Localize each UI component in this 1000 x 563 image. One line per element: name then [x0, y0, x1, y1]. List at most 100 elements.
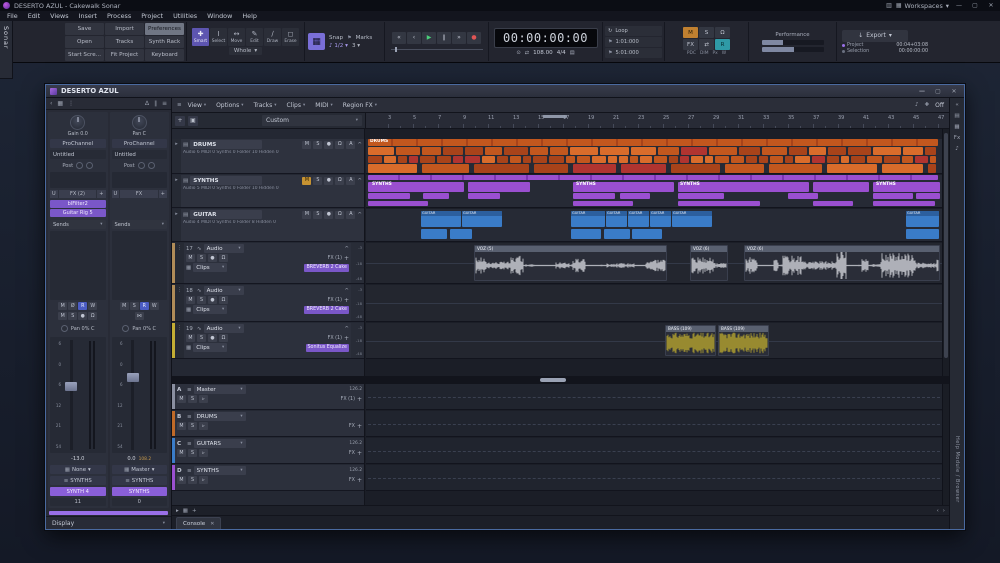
- track-mute-button[interactable]: M: [186, 296, 195, 304]
- browser-icon[interactable]: ▤: [954, 113, 959, 119]
- toolbar-button-open[interactable]: Open: [65, 36, 104, 48]
- drum-clip[interactable]: [523, 156, 531, 163]
- audio-clip[interactable]: BASS (109): [718, 325, 769, 356]
- guitar-clip[interactable]: [906, 229, 939, 239]
- mix-label-w[interactable]: W: [722, 51, 726, 56]
- bus-header[interactable]: D ≡ SYNTHS▾ 126.2 MS▹ FX+: [172, 465, 364, 491]
- bus-name[interactable]: GUITARS▾: [194, 439, 246, 448]
- synth-clip-strip[interactable]: [368, 175, 938, 180]
- guitar-clip[interactable]: GUITAR: [606, 211, 627, 227]
- folder-name[interactable]: SYNTHS: [190, 176, 262, 185]
- play-button[interactable]: ▶: [422, 32, 436, 44]
- drum-clip[interactable]: [828, 147, 846, 155]
- sync-icon[interactable]: ⇄: [525, 50, 529, 56]
- folder-input-echo-button[interactable]: Ω: [335, 177, 344, 185]
- notes-icon[interactable]: ♪: [955, 146, 959, 152]
- audio-track-header[interactable]: ⋮ 17 ∿ Audio▾ ^ MS●Ω FX (1)+ ▦ Clips▾ BR…: [172, 243, 364, 284]
- drum-clip[interactable]: [482, 156, 495, 163]
- menu-file[interactable]: File: [2, 12, 23, 20]
- toolbar-button-tracks[interactable]: Tracks: [105, 36, 144, 48]
- folder-mute-button[interactable]: M: [302, 141, 311, 149]
- volume-fader[interactable]: 606122154: [112, 337, 168, 453]
- fx-rack[interactable]: FX (1): [328, 298, 342, 303]
- window-minimize-button[interactable]: —: [916, 88, 928, 95]
- drum-clip[interactable]: [658, 147, 680, 155]
- clips-canvas[interactable]: DRUMSSYNTHSSYNTHSSYNTHSSYNTHSGUITARGUITA…: [366, 129, 949, 505]
- menu-edit[interactable]: Edit: [23, 12, 45, 20]
- console-tab[interactable]: Console✕: [176, 517, 221, 529]
- vertical-scrollbar[interactable]: [942, 129, 949, 505]
- audio-clip[interactable]: BASS (109): [665, 325, 716, 356]
- synth-clip[interactable]: [620, 193, 650, 199]
- synth-clip[interactable]: [813, 182, 869, 192]
- mix-label-pdc[interactable]: PDC: [687, 51, 696, 56]
- tempo-value[interactable]: 108.00: [533, 50, 553, 56]
- snap-value-dropdown[interactable]: ♪ 1/2 ▾: [329, 43, 348, 49]
- drum-clip[interactable]: [770, 156, 783, 163]
- fx-plugin-chip[interactable]: BREVERB 2 Cake: [304, 306, 349, 314]
- drum-clip[interactable]: [902, 156, 913, 163]
- guitar-clip[interactable]: [421, 229, 447, 239]
- guitar-clip[interactable]: GUITAR: [650, 211, 671, 227]
- tvmenu-midi[interactable]: MIDI ▾: [315, 102, 333, 109]
- menu-views[interactable]: Views: [45, 12, 74, 20]
- folder-automation-button[interactable]: A: [346, 141, 355, 149]
- drum-clip[interactable]: [680, 156, 690, 163]
- collapse-icon[interactable]: ^: [357, 212, 362, 218]
- drum-clip[interactable]: [533, 156, 547, 163]
- global-mute-button[interactable]: M: [683, 27, 698, 38]
- drum-clip[interactable]: [769, 164, 822, 173]
- snap-extra-dropdown[interactable]: 3 ▾: [352, 43, 360, 49]
- synth-clip[interactable]: [423, 193, 449, 199]
- track-name-field[interactable]: Untitled: [112, 150, 168, 159]
- drum-clip[interactable]: [915, 156, 927, 163]
- drum-clip[interactable]: [422, 147, 442, 155]
- toolbar-button-start-scre[interactable]: Start Scre...: [65, 49, 104, 61]
- channel-strip[interactable]: Gain 0.0 ProChannel Untitled Post UFX (2…: [48, 112, 108, 508]
- drum-clip[interactable]: [739, 147, 760, 155]
- global-sync-button[interactable]: ⇄: [699, 39, 714, 50]
- drum-clip[interactable]: [709, 147, 737, 155]
- toolbar-button-import[interactable]: Import: [105, 23, 144, 35]
- mix-label-dim[interactable]: DIM: [700, 51, 708, 56]
- metronome-icon[interactable]: ⊙: [516, 50, 520, 56]
- right-rail-label[interactable]: Help Module / Browser: [954, 436, 960, 503]
- folder-solo-button[interactable]: S: [313, 141, 322, 149]
- folder-expand-icon[interactable]: ▸: [172, 175, 181, 207]
- snap-grid-button[interactable]: ▦: [308, 33, 325, 50]
- drum-clip[interactable]: [510, 156, 521, 163]
- collapse-icon[interactable]: «: [955, 102, 958, 108]
- drum-clip[interactable]: [550, 147, 567, 155]
- bus-dropdown[interactable]: ≡SYNTHS: [112, 476, 168, 485]
- drums-clip-strip[interactable]: [368, 139, 938, 146]
- strip-read-button[interactable]: R: [140, 302, 149, 310]
- track-record-arm-button[interactable]: ●: [208, 254, 217, 262]
- menu-window[interactable]: Window: [202, 12, 237, 20]
- prochannel-button[interactable]: ProChannel: [50, 139, 106, 148]
- post-row[interactable]: Post: [112, 161, 168, 170]
- drum-clip[interactable]: [398, 156, 407, 163]
- toolbar-button-fit-project[interactable]: Fit Project: [105, 49, 144, 61]
- synth-clip[interactable]: [368, 193, 410, 199]
- knob-icon[interactable]: [76, 162, 83, 169]
- folder-name[interactable]: GUITAR: [190, 210, 262, 219]
- synth-clip[interactable]: [788, 193, 818, 199]
- menu-utilities[interactable]: Utilities: [168, 12, 202, 20]
- forward-button[interactable]: »: [452, 32, 466, 44]
- bus-name[interactable]: Master▾: [194, 385, 246, 394]
- drum-clip[interactable]: [504, 147, 528, 155]
- pan-knob-icon[interactable]: [122, 325, 129, 332]
- strip-input-echo-button[interactable]: Ω: [88, 312, 97, 320]
- drum-clip[interactable]: [384, 156, 396, 163]
- grid-icon[interactable]: ▦: [183, 508, 188, 514]
- fx-rack[interactable]: FX (1): [328, 256, 342, 261]
- global-solo-button[interactable]: S: [699, 27, 714, 38]
- clips-dropdown[interactable]: Clips▾: [193, 305, 227, 314]
- fx-icon[interactable]: Fx: [954, 135, 960, 141]
- drum-clip[interactable]: [443, 147, 463, 155]
- strip-solo-button[interactable]: S: [130, 302, 139, 310]
- audio-track-header[interactable]: ⋮ 19 ∿ Audio▾ ^ MS●Ω FX (1)+ ▦ Clips▾ So…: [172, 323, 364, 359]
- track-solo-button[interactable]: S: [197, 254, 206, 262]
- bus-solo-button[interactable]: S: [188, 422, 197, 430]
- tool-move[interactable]: ↔Move: [228, 28, 245, 46]
